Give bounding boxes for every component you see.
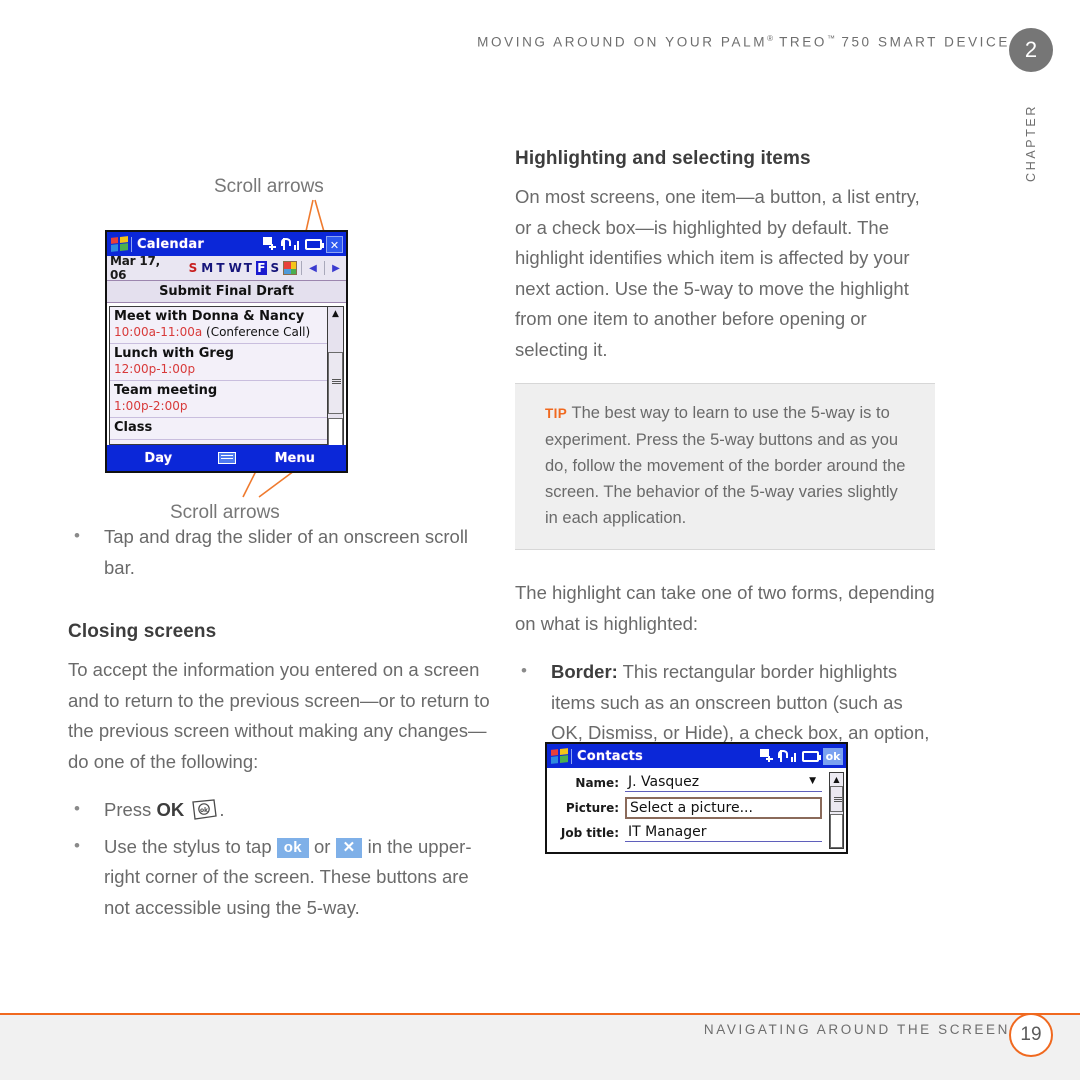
bullet-text-prefix: Press (104, 799, 157, 820)
field-label-picture: Picture: (565, 800, 619, 815)
footer-text: NAVIGATING AROUND THE SCREEN (703, 1022, 1010, 1037)
list-item-stylus: Use the stylus to tap ok or ✕ in the upp… (68, 831, 493, 924)
tip-text: The best way to learn to use the 5-way i… (545, 404, 906, 527)
scrollbar-thumb[interactable] (830, 786, 843, 812)
battery-icon[interactable] (802, 750, 821, 762)
table-row[interactable]: Job title: IT Manager (549, 820, 844, 845)
chevron-down-icon[interactable]: ▼ (803, 776, 822, 786)
scroll-up-arrow-icon[interactable]: ▲ (830, 773, 843, 786)
list-item-press-ok: Press OK ok . (68, 794, 493, 826)
contacts-form: Name: J. Vasquez ▼ Picture: Select a pic… (549, 770, 844, 850)
contacts-statusbar-icons: ok (760, 747, 844, 765)
page-number-badge: 19 (1009, 1013, 1053, 1057)
scrollbar-grip-icon (834, 797, 842, 802)
closing-bullet-list: Press OK ok . Use the stylus to tap ok o… (68, 794, 493, 924)
paragraph-two-forms: The highlight can take one of two forms,… (515, 582, 935, 634)
scrollbar-lower-region[interactable] (830, 814, 843, 848)
list-item: Tap and drag the slider of an onscreen s… (68, 521, 493, 583)
contacts-title: Contacts (577, 748, 643, 764)
ok-label: OK (156, 799, 185, 820)
border-label: Border: (551, 661, 618, 682)
title-divider (571, 748, 572, 764)
table-row[interactable]: Name: J. Vasquez ▼ (549, 770, 844, 795)
left-column: Tap and drag the slider of an onscreen s… (68, 140, 493, 929)
tip-label: TIP (545, 406, 568, 421)
signal-icon[interactable] (778, 749, 791, 763)
paragraph-highlighting: On most screens, one item—a button, a li… (515, 186, 920, 360)
running-head-part2: TREO (772, 34, 827, 50)
paragraph-closing-screens: To accept the information you entered on… (68, 659, 490, 772)
bullet-text-suffix: . (219, 799, 225, 820)
ok-hardware-key-icon: ok (189, 799, 219, 821)
field-label-jobtitle: Job title: (560, 825, 619, 840)
scrollbar-track[interactable] (830, 786, 843, 848)
table-row[interactable]: Picture: Select a picture... (549, 795, 844, 820)
heading-highlighting: Highlighting and selecting items (515, 148, 811, 169)
close-onscreen-button-chip: ✕ (335, 837, 363, 858)
ok-onscreen-button-chip: ok (276, 837, 309, 858)
chapter-number-badge: 2 (1009, 28, 1053, 72)
field-value-picture[interactable]: Select a picture... (625, 796, 822, 819)
trademark-mark: ™ (826, 34, 835, 43)
bullet-text-b: or (308, 835, 336, 857)
signal-bars-icon (791, 750, 798, 762)
chapter-label: CHAPTER (1009, 88, 1053, 198)
slider-bullet-list: Tap and drag the slider of an onscreen s… (68, 521, 493, 583)
right-column: Highlighting and selecting items On most… (515, 148, 935, 785)
running-head: MOVING AROUND ON YOUR PALM® TREO™ 750 SM… (0, 34, 1010, 50)
field-label-name: Name: (575, 775, 619, 790)
contacts-scrollbar[interactable]: ▲ (829, 772, 844, 849)
bullet-text-a: Use the stylus to tap (104, 835, 277, 857)
contacts-device-screenshot: Contacts ok Name: J. Vasquez ▼ Picture: … (545, 742, 848, 854)
tip-callout: TIP The best way to learn to use the 5-w… (515, 383, 935, 550)
running-head-part1: MOVING AROUND ON YOUR PALM (477, 34, 768, 50)
connection-icon[interactable] (760, 749, 774, 763)
heading-closing-screens: Closing screens (68, 621, 217, 642)
contacts-title-bar: Contacts ok (547, 744, 846, 768)
svg-text:ok: ok (200, 807, 209, 814)
running-head-part3: 750 SMART DEVICE (834, 34, 1010, 50)
bullet-text: Tap and drag the slider of an onscreen s… (104, 526, 469, 578)
ok-button[interactable]: ok (823, 747, 843, 765)
field-value-jobtitle[interactable]: IT Manager (625, 823, 822, 842)
chapter-label-text: CHAPTER (1024, 104, 1038, 182)
windows-logo-icon (551, 747, 568, 765)
field-value-name[interactable]: J. Vasquez (625, 773, 822, 792)
